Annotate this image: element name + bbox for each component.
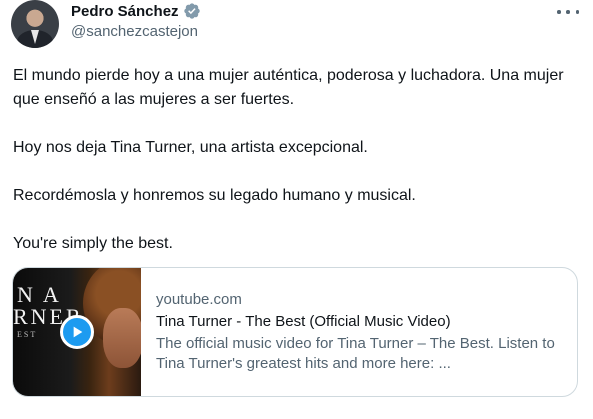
- card-body: youtube.com Tina Turner - The Best (Offi…: [156, 290, 566, 374]
- verified-badge-icon[interactable]: [183, 2, 201, 20]
- link-preview-card[interactable]: NA RNER EST youtube.com Tina Turner - Th…: [12, 267, 578, 397]
- play-icon[interactable]: [60, 315, 94, 349]
- tweet-paragraph: You're simply the best.: [13, 235, 173, 252]
- video-thumbnail[interactable]: NA RNER EST: [13, 268, 141, 396]
- tweet-paragraph: Hoy nos deja Tina Turner, una artista ex…: [13, 139, 368, 156]
- thumbnail-text: EST: [17, 330, 38, 339]
- author-handle[interactable]: @sanchezcastejon: [71, 23, 198, 40]
- card-title[interactable]: Tina Turner - The Best (Official Music V…: [156, 312, 566, 332]
- thumbnail-face: [103, 308, 141, 368]
- author-name-row: Pedro Sánchez: [71, 2, 201, 20]
- tweet-paragraph: Recordémosla y honremos su legado humano…: [13, 187, 416, 204]
- more-dot: [575, 10, 579, 14]
- more-dot: [557, 10, 561, 14]
- more-options-icon[interactable]: [557, 2, 579, 22]
- more-dot: [566, 10, 570, 14]
- tweet-paragraph: El mundo pierde hoy a una mujer auténtic…: [13, 67, 564, 108]
- card-domain: youtube.com: [156, 291, 242, 308]
- tweet-text: El mundo pierde hoy a una mujer auténtic…: [13, 64, 583, 280]
- author-display-name[interactable]: Pedro Sánchez: [71, 3, 179, 20]
- card-description: The official music video for Tina Turner…: [156, 335, 555, 372]
- avatar[interactable]: [11, 0, 59, 48]
- play-triangle-icon: [73, 326, 83, 338]
